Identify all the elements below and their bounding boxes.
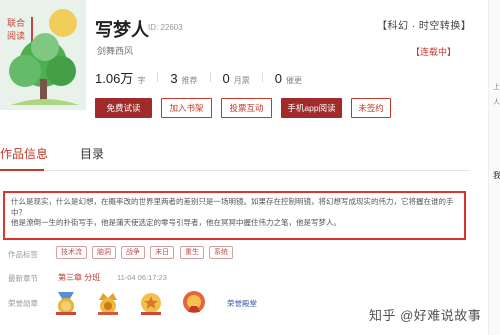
recommend-unit: 推荐: [181, 76, 198, 85]
app-read-button[interactable]: 手机app阅读: [281, 98, 342, 118]
word-count: 1.06万: [95, 71, 134, 86]
tab-bar: 作品信息 目录: [0, 145, 470, 171]
word-count-unit: 字: [137, 76, 146, 85]
tag-chip[interactable]: 战争: [121, 246, 145, 259]
latest-chapter-time: 11-04 06:17:23: [117, 273, 167, 282]
medal-icon[interactable]: [52, 288, 80, 316]
monthly-ticket-unit: 月票: [233, 76, 250, 85]
tags-label: 作品标签: [8, 250, 38, 259]
star-medal-icon[interactable]: [137, 288, 165, 316]
book-cover[interactable]: 联合阅读: [0, 0, 86, 110]
recommend-count: 3: [170, 71, 178, 86]
synopsis-line: 他是潦倒一生的扑街写手，他是蒲天使选定的零号引导者，他在冥冥中握住伟力之笔，他是…: [11, 218, 341, 227]
honor-badge-icon[interactable]: [180, 288, 208, 316]
book-title: 写梦人: [95, 20, 149, 40]
tag-chip[interactable]: 技术流: [56, 246, 87, 259]
tag-chip[interactable]: 系统: [209, 246, 233, 259]
add-shelf-button[interactable]: 加入书架: [161, 98, 212, 118]
tag-chip[interactable]: 末日: [150, 246, 174, 259]
action-buttons: 免费试读 加入书架 投票互动 手机app阅读 未签约: [95, 98, 391, 118]
latest-label: 最新章节: [8, 274, 38, 283]
urge-count: 0: [274, 71, 283, 86]
divider: [157, 72, 159, 82]
status-badge: 【连载中】: [411, 47, 457, 57]
monthly-ticket-count: 0: [222, 71, 230, 86]
cover-tree-illustration: [9, 9, 79, 105]
latest-chapter-link[interactable]: 第三章 分班: [58, 272, 100, 283]
honor-hall-link[interactable]: 荣誉殿堂: [227, 298, 257, 309]
divider: [209, 72, 211, 82]
active-tab-indicator: [0, 169, 44, 171]
sidebar-fragment: 我: [493, 171, 500, 180]
tag-chip[interactable]: 脑洞: [92, 246, 116, 259]
divider: [261, 72, 263, 82]
free-read-button[interactable]: 免费试读: [95, 98, 152, 118]
author-name[interactable]: 剑舞西风: [97, 44, 133, 57]
crown-medal-icon[interactable]: [94, 288, 122, 316]
sidebar-fragment: 上: [493, 84, 500, 91]
tab-book-info[interactable]: 作品信息: [0, 145, 48, 162]
tab-catalog[interactable]: 目录: [80, 145, 104, 162]
honors-label: 荣誉勋章: [8, 299, 38, 308]
unsigned-button[interactable]: 未签约: [351, 98, 391, 118]
urge-unit: 催更: [286, 76, 303, 85]
synopsis-box: 什么是现实，什么是幻想，在概率改的世界里两者的差别只是一场明镜。如果存在控制明镜…: [3, 191, 466, 240]
synopsis-line: 什么是现实，什么是幻想，在概率改的世界里两者的差别只是一场明镜。如果存在控制明镜…: [11, 197, 454, 217]
genre-label: 【科幻 · 时空转换】: [377, 21, 472, 32]
stats-row: 1.06万 字 3 推荐 0 月票 0 催更: [95, 68, 302, 86]
book-id: ID: 22603: [148, 23, 183, 32]
tag-chip[interactable]: 重生: [180, 246, 204, 259]
sidebar-fragment: 人: [493, 99, 500, 106]
right-sidebar-edge: 上 人 我: [488, 0, 500, 335]
zhihu-watermark: 知乎 @好难说故事: [369, 308, 482, 323]
vote-button[interactable]: 投票互动: [221, 98, 272, 118]
